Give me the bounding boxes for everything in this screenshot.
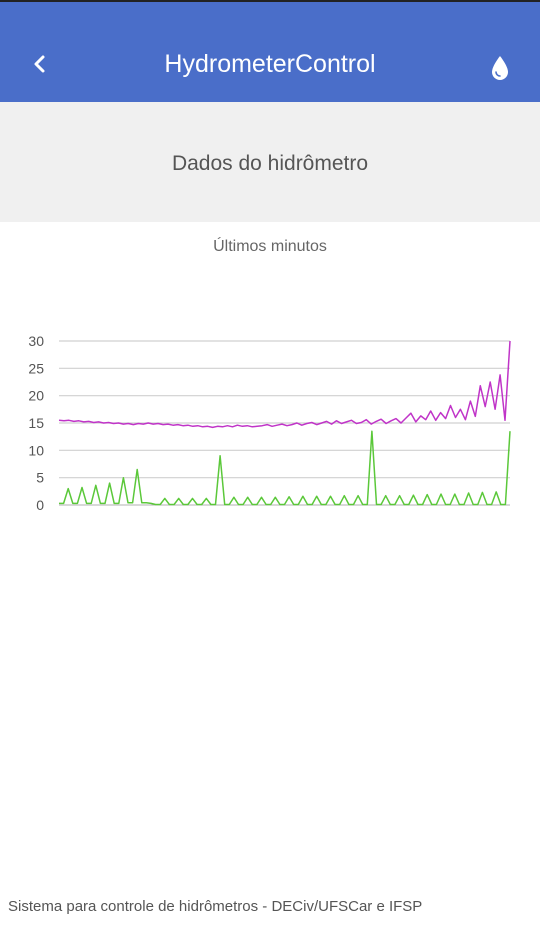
chart-title: Últimos minutos	[213, 238, 327, 255]
y-tick-label: 10	[28, 442, 44, 458]
series-line-1	[58, 340, 511, 429]
section-title: Dados do hidrômetro	[171, 152, 369, 175]
footer-text: Sistema para controle de hidrômetros - D…	[8, 898, 423, 915]
y-tick-label: 30	[28, 333, 44, 349]
line-chart: 0 5 10 15 20 25 30	[28, 333, 511, 513]
y-tick-label: 0	[36, 497, 44, 513]
y-tick-label: 25	[28, 360, 44, 376]
y-tick-label: 20	[28, 388, 44, 404]
y-tick-label: 5	[36, 470, 44, 486]
series-line-2	[59, 430, 511, 506]
y-tick-label: 15	[28, 415, 44, 431]
app-title: HydrometerControl	[164, 50, 376, 78]
water-button[interactable]	[482, 50, 518, 86]
section-header: Dados do hidrômetro	[0, 102, 540, 222]
app-header: HydrometerControl	[0, 0, 540, 102]
y-axis-ticks: 0 5 10 15 20 25 30	[28, 333, 44, 513]
water-drop-icon	[492, 56, 508, 80]
